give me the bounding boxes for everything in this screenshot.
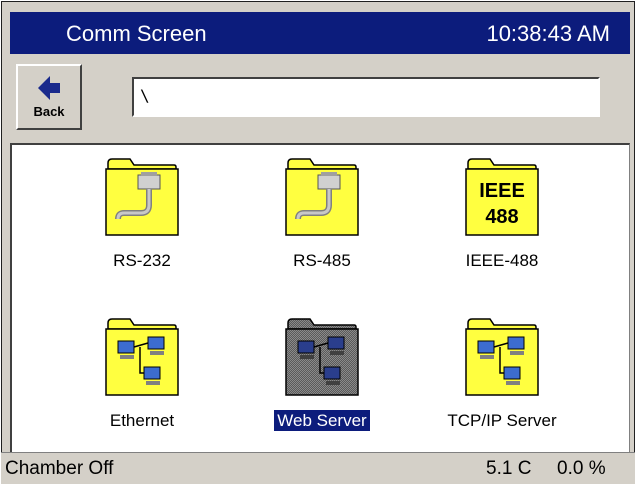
window-title: Comm Screen (66, 21, 207, 46)
network-folder-icon (105, 318, 179, 396)
temperature-readout: 5.1 C (486, 458, 532, 479)
item-ieee-488[interactable]: IEEE 488 IEEE-488 (412, 155, 592, 305)
item-ethernet[interactable]: Ethernet (52, 315, 232, 465)
clock: 10:38:43 AM (486, 21, 610, 46)
item-label: RS-485 (293, 251, 351, 270)
item-rs-485[interactable]: RS-485 (232, 155, 412, 305)
network-folder-icon (285, 318, 359, 396)
title-bar: Comm Screen 10:38:43 AM (10, 12, 630, 54)
item-label: IEEE-488 (465, 251, 539, 270)
back-button[interactable]: Back (16, 64, 82, 130)
ieee-488-folder-icon: IEEE 488 (465, 158, 539, 236)
serial-cable-folder-icon (105, 158, 179, 236)
file-view: RS-232 RS-485 IEEE 488 IEEE-488 Ethernet… (10, 143, 630, 454)
item-label: Web Server (232, 409, 412, 432)
item-label: RS-232 (113, 251, 171, 270)
ieee-icon-text-top: IEEE (479, 180, 525, 202)
item-web-server[interactable]: Web Server (232, 315, 412, 465)
percent-readout: 0.0 % (557, 458, 606, 479)
path-field[interactable]: \ (132, 77, 600, 117)
chamber-status: Chamber Off (5, 458, 114, 479)
item-tcp-ip-server[interactable]: TCP/IP Server (412, 315, 592, 465)
comm-screen-window: Comm Screen 10:38:43 AM Back \ RS-232 RS… (1, 1, 635, 483)
item-label: TCP/IP Server (447, 411, 557, 430)
network-folder-icon (465, 318, 539, 396)
item-rs-232[interactable]: RS-232 (52, 155, 232, 305)
back-button-label: Back (33, 104, 65, 119)
serial-cable-folder-icon (285, 158, 359, 236)
item-label: Ethernet (109, 411, 175, 430)
status-bar: Chamber Off 5.1 C 0.0 % (1, 452, 635, 484)
back-arrow-icon (38, 76, 60, 100)
toolbar: Back \ (10, 58, 630, 140)
ieee-icon-text-bottom: 488 (485, 206, 518, 228)
